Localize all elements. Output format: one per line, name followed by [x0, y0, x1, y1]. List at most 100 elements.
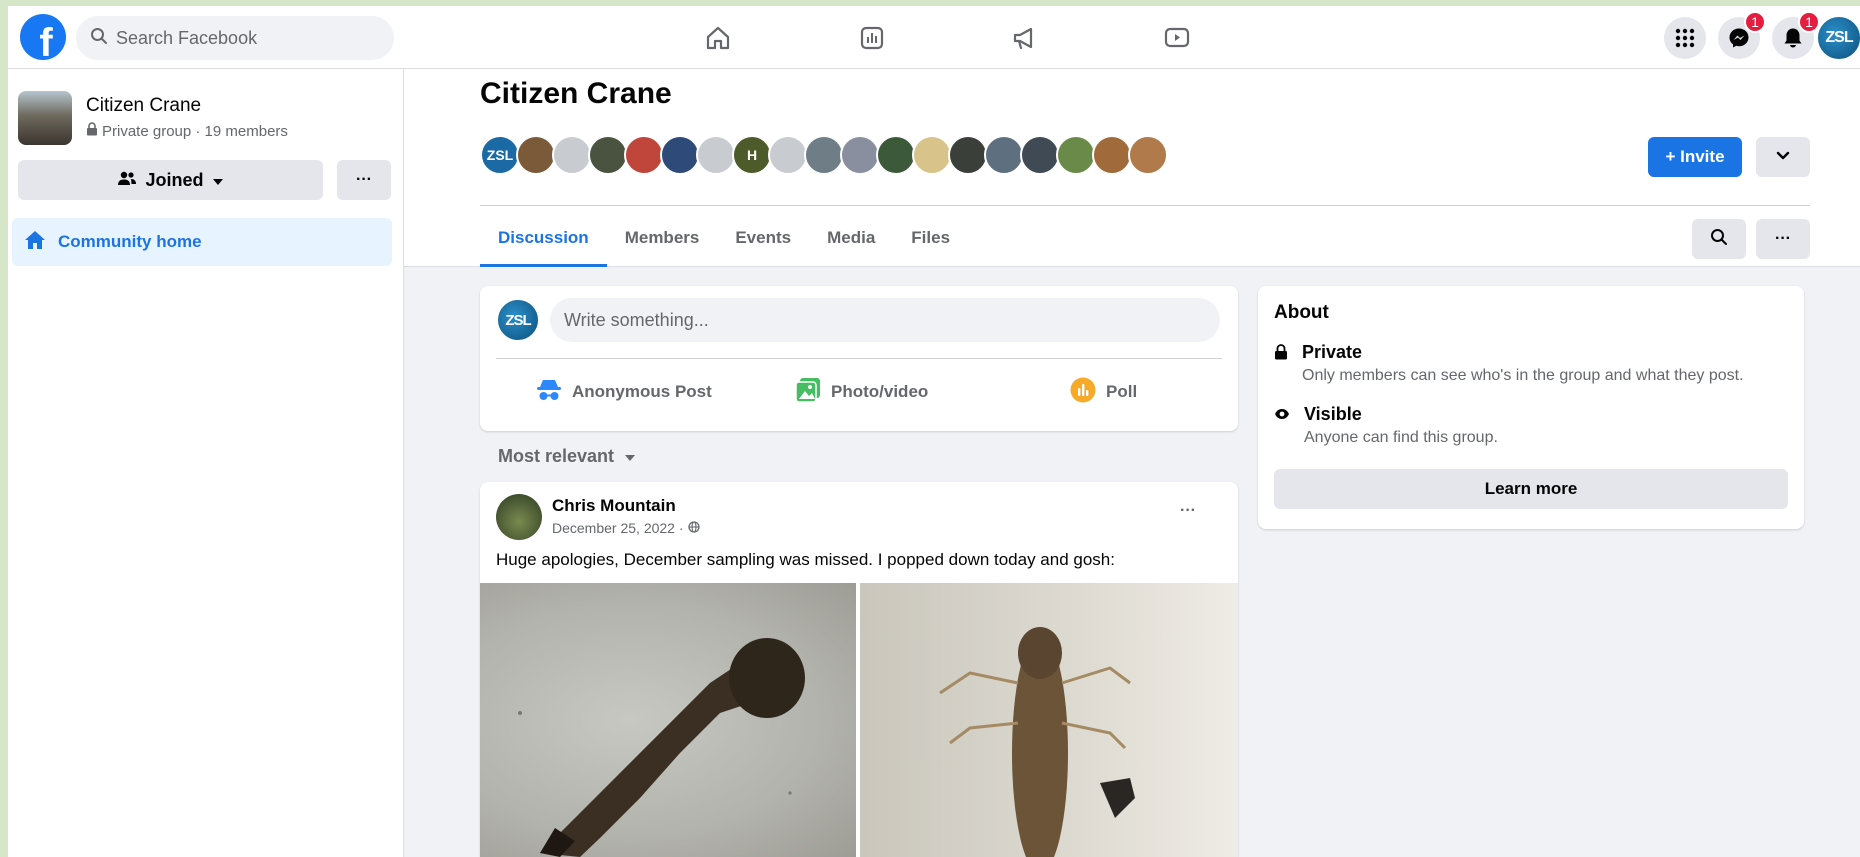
post-timestamp: December 25, 2022 · — [552, 520, 700, 536]
feed-post: Chris Mountain December 25, 2022 · ··· H… — [480, 482, 1238, 857]
about-private-heading: Private — [1302, 342, 1363, 362]
anonymous-post-button[interactable]: Anonymous Post — [536, 370, 712, 414]
photo-video-button[interactable]: Photo/video — [795, 370, 928, 414]
member-avatar[interactable] — [840, 135, 880, 175]
profile-avatar[interactable]: ZSL — [1816, 15, 1860, 61]
caret-down-icon — [624, 446, 636, 467]
sidebar-item-label: Community home — [58, 232, 202, 251]
facebook-logo[interactable]: f — [20, 14, 66, 60]
member-avatar[interactable] — [948, 135, 988, 175]
post-text: Huge apologies, December sampling was mi… — [496, 550, 1115, 569]
member-avatar[interactable] — [516, 135, 556, 175]
composer-input[interactable] — [564, 309, 1164, 331]
about-visible-heading: Visible — [1304, 404, 1362, 424]
tab-media[interactable]: Media — [809, 209, 893, 267]
about-item-private: Private Only members can see who's in th… — [1274, 342, 1744, 385]
header-divider — [480, 205, 1810, 206]
caddisfly-larva-image — [518, 638, 805, 857]
home-nav-icon[interactable] — [696, 16, 740, 60]
member-avatar[interactable] — [768, 135, 808, 175]
member-avatar[interactable]: H — [732, 135, 772, 175]
tab-events[interactable]: Events — [717, 209, 809, 267]
people-icon — [117, 170, 137, 191]
app-window: f 1 1 Z — [8, 6, 1860, 857]
post-author-name[interactable]: Chris Mountain — [552, 496, 676, 516]
member-avatar[interactable] — [624, 135, 664, 175]
member-avatar[interactable] — [912, 135, 952, 175]
anonymous-post-label: Anonymous Post — [572, 382, 712, 401]
tab-files[interactable]: Files — [893, 209, 968, 267]
write-something-field[interactable] — [550, 298, 1220, 342]
member-avatar[interactable] — [660, 135, 700, 175]
post-composer: ZSL Anonymous Post Photo/video Poll — [480, 286, 1238, 431]
member-avatar[interactable] — [552, 135, 592, 175]
sidebar-item-community-home[interactable]: Community home — [12, 218, 392, 266]
member-avatar[interactable] — [804, 135, 844, 175]
post-options-button[interactable]: ··· — [1180, 502, 1196, 520]
member-avatar[interactable] — [588, 135, 628, 175]
feed-sort-dropdown[interactable]: Most relevant — [498, 446, 636, 467]
composer-avatar[interactable]: ZSL — [496, 298, 540, 342]
megaphone-nav-icon[interactable] — [1002, 16, 1046, 60]
photo-icon — [795, 377, 821, 408]
poll-button[interactable]: Poll — [1070, 370, 1137, 414]
member-avatar[interactable] — [1092, 135, 1132, 175]
sidebar-more-button[interactable]: ··· — [337, 160, 391, 200]
group-search-button[interactable] — [1692, 219, 1746, 259]
group-header: Citizen Crane ZSL H + Invite Discussion M… — [404, 69, 1860, 267]
sidebar-group-name[interactable]: Citizen Crane — [86, 95, 201, 117]
messenger-button[interactable]: 1 — [1718, 11, 1766, 59]
sort-label: Most relevant — [498, 446, 615, 466]
group-privacy-members: Private group · 19 members — [102, 122, 288, 140]
member-avatar[interactable] — [876, 135, 916, 175]
post-date[interactable]: December 25, 2022 · — [552, 520, 684, 536]
post-photo-2[interactable] — [860, 583, 1238, 857]
poll-icon — [1070, 377, 1096, 408]
invite-button[interactable]: + Invite — [1648, 137, 1742, 177]
watch-nav-icon[interactable] — [1155, 16, 1199, 60]
joined-label: Joined — [145, 169, 204, 190]
eye-icon — [1274, 407, 1290, 447]
composer-divider — [496, 358, 1222, 359]
tab-discussion[interactable]: Discussion — [480, 209, 607, 267]
left-sidebar: Citizen Crane Private group · 19 members… — [8, 69, 404, 857]
member-avatar[interactable] — [1128, 135, 1168, 175]
groups-nav-icon[interactable] — [850, 16, 894, 60]
search-box[interactable] — [76, 16, 394, 60]
bell-icon — [1784, 28, 1802, 48]
anonymous-icon — [536, 378, 562, 407]
member-avatar[interactable] — [1020, 135, 1060, 175]
learn-more-button[interactable]: Learn more — [1274, 469, 1788, 509]
search-icon — [90, 27, 108, 50]
about-private-desc: Only members can see who's in the group … — [1302, 367, 1744, 384]
mayfly-nymph-image — [939, 627, 1135, 857]
member-avatars-row[interactable]: ZSL H — [480, 135, 1168, 175]
poll-label: Poll — [1106, 382, 1138, 401]
chevron-down-icon — [1776, 148, 1790, 166]
about-card: About Private Only members can see who's… — [1258, 286, 1804, 529]
tab-members[interactable]: Members — [607, 209, 718, 267]
member-avatar[interactable] — [1056, 135, 1096, 175]
grid-icon — [1675, 28, 1695, 48]
lock-icon — [86, 122, 98, 140]
group-title: Citizen Crane — [480, 77, 672, 110]
group-tabs: Discussion Members Events Media Files — [480, 209, 968, 267]
group-cover-thumbnail[interactable] — [18, 91, 72, 145]
post-photo-1[interactable] — [480, 583, 856, 857]
photo-video-label: Photo/video — [831, 382, 929, 401]
member-avatar[interactable] — [984, 135, 1024, 175]
caret-down-icon — [212, 170, 224, 191]
search-input[interactable] — [116, 27, 376, 49]
member-avatar[interactable]: ZSL — [480, 135, 520, 175]
joined-button[interactable]: Joined — [18, 160, 323, 200]
post-author-avatar[interactable] — [496, 494, 542, 540]
about-item-visible: Visible Anyone can find this group. — [1274, 404, 1498, 447]
group-more-button[interactable]: ··· — [1756, 219, 1810, 259]
messenger-icon — [1729, 28, 1749, 48]
member-avatar[interactable] — [696, 135, 736, 175]
invite-options-button[interactable] — [1756, 137, 1810, 177]
notifications-button[interactable]: 1 — [1772, 11, 1820, 59]
home-icon — [24, 230, 46, 255]
top-navigation-bar: f 1 1 Z — [8, 6, 1860, 69]
menu-grid-button[interactable] — [1664, 17, 1706, 59]
